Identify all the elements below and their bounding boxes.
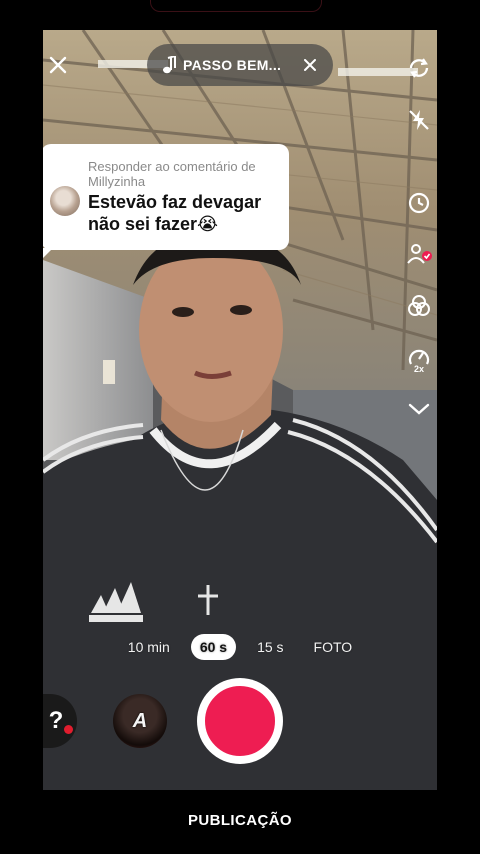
timer-icon[interactable] bbox=[401, 184, 437, 220]
mode-60-s[interactable]: 60 s bbox=[190, 634, 237, 660]
reply-header: Responder ao comentário de Millyzinha bbox=[88, 159, 256, 189]
effect-thumbnail-selected[interactable]: A bbox=[113, 694, 167, 748]
remove-sound-icon[interactable] bbox=[299, 54, 321, 76]
effect-red-dot bbox=[64, 725, 73, 734]
camera-preview: PASSO BEM... 2x Responder ao comentário … bbox=[43, 30, 437, 790]
mode-photo[interactable]: FOTO bbox=[305, 634, 362, 660]
record-button-core bbox=[202, 683, 278, 759]
effect-question-glyph: ? bbox=[48, 707, 64, 734]
close-icon[interactable] bbox=[45, 52, 71, 78]
add-sound-pill[interactable]: PASSO BEM... bbox=[147, 44, 333, 86]
sound-title: PASSO BEM... bbox=[183, 57, 282, 73]
record-button[interactable] bbox=[197, 678, 283, 764]
phone-notch-outline bbox=[150, 0, 322, 12]
flip-camera-icon[interactable] bbox=[401, 50, 437, 86]
effect-letter: A bbox=[132, 709, 148, 732]
collab-users-icon[interactable] bbox=[401, 236, 437, 272]
speed-icon[interactable]: 2x bbox=[401, 340, 437, 380]
more-tools-chevron-down-icon[interactable] bbox=[401, 394, 437, 424]
tab-publicacao[interactable]: PUBLICAÇÃO bbox=[0, 812, 480, 829]
flash-off-icon[interactable] bbox=[401, 102, 437, 138]
music-note-icon bbox=[163, 56, 176, 74]
duration-mode-selector: 10 min 60 s 15 s FOTO bbox=[43, 630, 437, 664]
speed-badge: 2x bbox=[413, 364, 424, 374]
reply-comment-text: Estevão faz devagar não sei fazer😭 bbox=[88, 192, 262, 234]
mode-15-s[interactable]: 15 s bbox=[248, 634, 292, 660]
mode-10-min[interactable]: 10 min bbox=[119, 634, 179, 660]
reply-comment-sticker[interactable]: Responder ao comentário de Millyzinha Es… bbox=[43, 144, 289, 260]
filters-icon[interactable] bbox=[401, 288, 437, 324]
commenter-avatar bbox=[50, 186, 80, 216]
